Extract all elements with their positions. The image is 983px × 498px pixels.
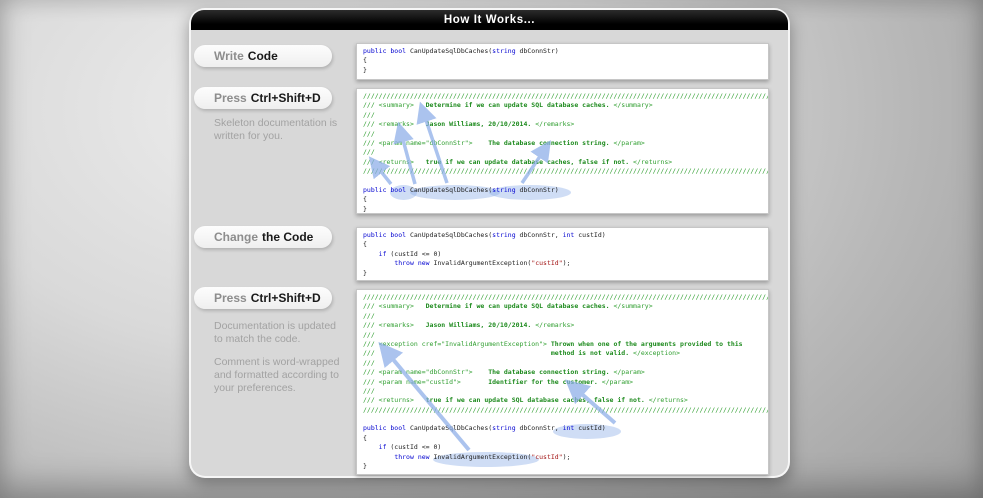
code-line: throw new InvalidArgumentException("cust…	[394, 259, 571, 268]
code-line: /// <param name="dbConnStr"> The databas…	[363, 138, 645, 147]
code-line: ///	[363, 330, 375, 339]
code-line: }	[363, 462, 367, 471]
code-box-updated-doc: ////////////////////////////////////////…	[356, 289, 769, 475]
code-line: }	[363, 65, 367, 74]
code-line: /// <remarks> Jason Williams, 20/10/2014…	[363, 120, 575, 129]
code-line: ///	[363, 311, 375, 320]
code-line: ////////////////////////////////////////…	[363, 405, 769, 414]
code-line: public bool CanUpdateSqlDbCaches(string …	[363, 231, 606, 239]
panel-title: How It Works...	[191, 10, 788, 30]
code-line: /// <param name="custId"> Identifier for…	[363, 377, 634, 386]
code-line: /// <remarks> Jason Williams, 20/10/2014…	[363, 321, 575, 330]
code-line: /// <param name="dbConnStr"> The databas…	[363, 368, 645, 377]
code-line: throw new InvalidArgumentException("cust…	[394, 452, 571, 461]
code-box-skeleton-doc: ////////////////////////////////////////…	[356, 88, 769, 214]
step-label-bold: the Code	[262, 230, 314, 244]
step-press-shortcut-1: Press Ctrl+Shift+D	[194, 87, 332, 109]
step-description: Comment is word-wrapped and formatted ac…	[214, 356, 340, 394]
step-label-muted: Write	[214, 49, 244, 63]
step-label-bold: Ctrl+Shift+D	[250, 291, 321, 305]
code-line: {	[363, 195, 367, 204]
code-line: ///	[363, 129, 375, 138]
code-line: ///	[363, 358, 375, 367]
code-line: public bool CanUpdateSqlDbCaches(string …	[363, 424, 606, 433]
code-line: /// method is not valid. </exception>	[363, 349, 680, 358]
code-content: public bool CanUpdateSqlDbCaches(string …	[357, 44, 768, 75]
code-line: if (custId <= 0)	[378, 443, 442, 452]
step-change-code: Change the Code	[194, 226, 332, 248]
code-line: ///	[363, 110, 375, 119]
code-line: {	[363, 56, 367, 65]
code-line: }	[363, 204, 367, 213]
step-description: Skeleton documentation is written for yo…	[214, 117, 338, 142]
step-label-bold: Ctrl+Shift+D	[250, 91, 321, 105]
code-line: if (custId <= 0)	[378, 249, 442, 258]
code-line: public bool CanUpdateSqlDbCaches(string …	[363, 185, 559, 194]
code-box-initial: public bool CanUpdateSqlDbCaches(string …	[356, 43, 769, 80]
code-line: ////////////////////////////////////////…	[363, 293, 769, 301]
step-label-muted: Press	[214, 291, 247, 305]
code-line: public bool CanUpdateSqlDbCaches(string …	[363, 47, 559, 55]
code-content: public bool CanUpdateSqlDbCaches(string …	[357, 228, 768, 278]
code-box-changed: public bool CanUpdateSqlDbCaches(string …	[356, 227, 769, 281]
code-content: ////////////////////////////////////////…	[357, 290, 768, 471]
step-description: Documentation is updated to match the co…	[214, 320, 336, 345]
code-line: {	[363, 433, 367, 442]
step-press-shortcut-2: Press Ctrl+Shift+D	[194, 287, 332, 309]
code-line: /// <summary> Determine if we can update…	[363, 302, 653, 311]
step-label-muted: Press	[214, 91, 247, 105]
code-line: /// <summary> Determine if we can update…	[363, 101, 653, 110]
page: { "header": { "title": "How It Works..."…	[0, 0, 983, 498]
step-label-bold: Code	[247, 49, 278, 63]
code-line: }	[363, 268, 367, 277]
code-line: ///	[363, 386, 375, 395]
code-line: ///	[363, 148, 375, 157]
code-line: /// <exception cref="InvalidArgumentExce…	[363, 339, 743, 348]
code-content: ////////////////////////////////////////…	[357, 89, 769, 213]
step-write-code: Write Code	[194, 45, 332, 67]
step-label-muted: Change	[214, 230, 259, 244]
code-line: ////////////////////////////////////////…	[363, 92, 769, 100]
code-line: {	[363, 240, 367, 249]
code-line: /// <returns> true if we can update SQL …	[363, 396, 688, 405]
code-line: /// <returns> true if we can update data…	[363, 157, 673, 166]
code-line: ////////////////////////////////////////…	[363, 167, 769, 176]
